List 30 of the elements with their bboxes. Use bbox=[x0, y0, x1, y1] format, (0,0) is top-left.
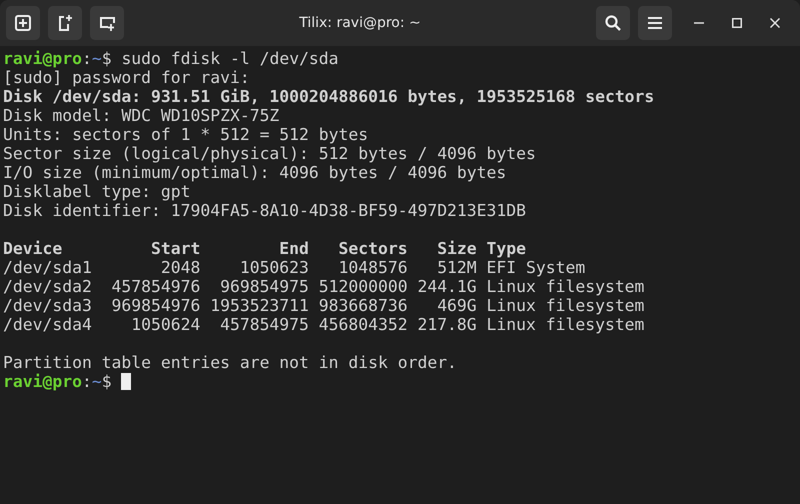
minimize-icon bbox=[694, 22, 704, 24]
plus-square-icon bbox=[14, 14, 32, 32]
output-line: Device Start End Sectors Size Type bbox=[3, 239, 526, 258]
output-line: Disk model: WDC WD10SPZX-75Z bbox=[3, 106, 280, 125]
split-plus-icon bbox=[98, 14, 116, 32]
output-line: I/O size (minimum/optimal): 4096 bytes / 4096 bytes bbox=[3, 163, 506, 182]
split-down-button[interactable] bbox=[90, 6, 124, 40]
search-icon bbox=[604, 14, 622, 32]
output-line: [sudo] password for ravi: bbox=[3, 68, 250, 87]
maximize-icon bbox=[732, 18, 742, 28]
output-line: Partition table entries are not in disk order. bbox=[3, 353, 457, 372]
output-line: /dev/sda1 2048 1050623 1048576 512M EFI System bbox=[3, 258, 586, 277]
output-line: /dev/sda4 1050624 457854975 456804352 217.8G Linux filesystem bbox=[3, 315, 644, 334]
split-right-button[interactable] bbox=[48, 6, 82, 40]
output-line: Disk identifier: 17904FA5-8A10-4D38-BF59-497D213E31DB bbox=[3, 201, 526, 220]
output-line: Sector size (logical/physical): 512 bytes / 4096 bytes bbox=[3, 144, 536, 163]
output-line: Units: sectors of 1 * 512 = 512 bytes bbox=[3, 125, 368, 144]
prompt-line: ravi@pro:~$ sudo fdisk -l /dev/sda bbox=[3, 49, 339, 68]
output-line: Disk /dev/sda: 931.51 GiB, 1000204886016 bytes, 1953525168 sectors bbox=[3, 87, 654, 106]
output-line: /dev/sda3 969854976 1953523711 983668736 469G Linux filesystem bbox=[3, 296, 644, 315]
output-line: /dev/sda2 457854976 969854975 512000000 244.1G Linux filesystem bbox=[3, 277, 644, 296]
menu-button[interactable] bbox=[638, 6, 672, 40]
window-title: Tilix: ravi@pro: ~ bbox=[299, 14, 421, 32]
add-terminal-button[interactable] bbox=[6, 6, 40, 40]
output-line: Disklabel type: gpt bbox=[3, 182, 190, 201]
menu-icon bbox=[646, 15, 664, 31]
split-plus-icon bbox=[56, 14, 74, 32]
close-icon bbox=[770, 18, 780, 28]
prompt-line: ravi@pro:~$ bbox=[3, 372, 132, 391]
search-button[interactable] bbox=[596, 6, 630, 40]
